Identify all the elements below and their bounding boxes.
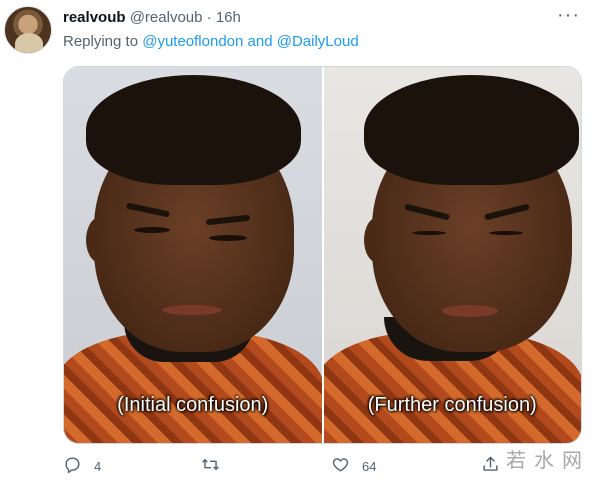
mouth bbox=[162, 305, 222, 315]
eye bbox=[209, 235, 247, 241]
like-button[interactable]: 64 bbox=[331, 455, 376, 477]
share-icon bbox=[481, 455, 500, 477]
eye bbox=[411, 231, 446, 235]
more-options-icon[interactable]: ··· bbox=[557, 5, 580, 25]
speech-bubble-icon bbox=[63, 455, 82, 477]
eye bbox=[488, 231, 523, 235]
mention-and: and bbox=[247, 33, 273, 50]
media-image-right[interactable]: (Further confusion) bbox=[323, 67, 581, 443]
handle[interactable]: @realvoub bbox=[130, 9, 203, 26]
timestamp[interactable]: 16h bbox=[216, 9, 241, 26]
hair bbox=[86, 75, 301, 185]
media-grid: (Initial confusion) (Further confusion) bbox=[63, 66, 582, 444]
tweet-header: realvoub @realvoub · 16h bbox=[63, 9, 241, 26]
eye bbox=[134, 227, 170, 233]
display-name[interactable]: realvoub bbox=[63, 9, 126, 26]
reply-count: 4 bbox=[94, 458, 102, 474]
caption-left: (Initial confusion) bbox=[117, 394, 269, 416]
like-count: 64 bbox=[362, 458, 377, 474]
caption-right: (Further confusion) bbox=[367, 394, 537, 416]
mention-yuteoflondon[interactable]: @yuteoflondon bbox=[142, 33, 243, 50]
action-bar: 4 64 bbox=[63, 455, 582, 479]
separator-dot: · bbox=[206, 9, 212, 26]
hair bbox=[363, 75, 579, 185]
media-image-left[interactable]: (Initial confusion) bbox=[64, 67, 322, 443]
reply-button[interactable]: 4 bbox=[63, 455, 101, 477]
share-button[interactable] bbox=[481, 455, 500, 477]
replying-to: Replying to @yuteoflondon and @DailyLoud bbox=[63, 33, 359, 50]
mention-dailyloud[interactable]: @DailyLoud bbox=[277, 33, 359, 50]
retweet-icon bbox=[201, 455, 220, 477]
watermark: 若水网 bbox=[506, 450, 590, 472]
mouth bbox=[441, 305, 498, 317]
avatar[interactable] bbox=[4, 6, 52, 54]
retweet-button[interactable] bbox=[201, 455, 232, 477]
replying-prefix: Replying to bbox=[63, 33, 139, 50]
heart-icon bbox=[331, 455, 350, 477]
